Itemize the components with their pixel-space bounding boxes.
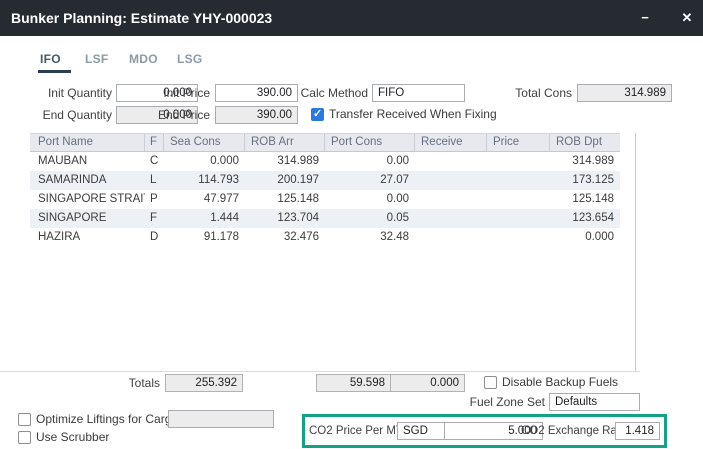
- tab-lsg[interactable]: LSG: [177, 52, 203, 66]
- cell-port-cons: 0.00: [325, 190, 415, 209]
- co2-currency-input[interactable]: SGD: [397, 422, 445, 440]
- cell-rob-dpt: 173.125: [550, 171, 620, 190]
- cell-port-cons: 27.07: [325, 171, 415, 190]
- titlebar: Bunker Planning: Estimate YHY-000023 − ✕: [0, 0, 703, 36]
- cell-rob-arr: 125.148: [245, 190, 325, 209]
- use-scrubber-checkbox[interactable]: [18, 431, 31, 444]
- end-price-label: End Price: [140, 106, 210, 124]
- use-scrubber-label: Use Scrubber: [36, 430, 109, 445]
- cell-rob-arr: 123.704: [245, 209, 325, 228]
- cell-sea-cons: 1.444: [164, 209, 245, 228]
- init-quantity-label: Init Quantity: [16, 84, 112, 102]
- column-header-price[interactable]: Price: [487, 134, 550, 151]
- cell-price: [487, 209, 550, 228]
- cell-f: C: [145, 152, 164, 171]
- totals-port-cons: 59.598: [316, 374, 391, 392]
- total-cons-label: Total Cons: [500, 84, 572, 102]
- table-row[interactable]: MAUBAN C 0.000 314.989 0.00 314.989: [30, 152, 620, 171]
- transfer-received-checkbox[interactable]: [311, 108, 324, 121]
- cell-f: P: [145, 190, 164, 209]
- column-header-sea-cons[interactable]: Sea Cons: [164, 134, 245, 151]
- active-tab-underline: [38, 70, 71, 73]
- co2-highlight-box: CO2 Price Per MT SGD 5.000 CO2 Exchange …: [302, 414, 667, 448]
- end-price-input[interactable]: 390.00: [215, 106, 298, 124]
- total-cons-input[interactable]: 314.989: [577, 84, 672, 102]
- cell-rob-arr: 32.476: [245, 228, 325, 247]
- bunker-planning-dialog: Bunker Planning: Estimate YHY-000023 − ✕…: [0, 0, 703, 449]
- cell-rob-dpt: 123.654: [550, 209, 620, 228]
- cell-port-name: SINGAPORE STRAIT: [30, 190, 145, 209]
- column-header-rob-arr[interactable]: ROB Arr: [245, 134, 325, 151]
- cell-price: [487, 171, 550, 190]
- cell-sea-cons: 47.977: [164, 190, 245, 209]
- cell-receive: [415, 190, 487, 209]
- close-icon[interactable]: ✕: [676, 0, 698, 36]
- cell-port-cons: 0.00: [325, 152, 415, 171]
- optimize-liftings-checkbox[interactable]: [18, 413, 31, 426]
- cell-rob-dpt: 314.989: [550, 152, 620, 171]
- end-quantity-label: End Quantity: [16, 106, 112, 124]
- cell-price: [487, 190, 550, 209]
- optimize-liftings-label: Optimize Liftings for Cargo:: [36, 412, 181, 427]
- table-row[interactable]: SAMARINDA L 114.793 200.197 27.07 173.12…: [30, 171, 620, 190]
- cell-port-cons: 0.05: [325, 209, 415, 228]
- minimize-icon[interactable]: −: [634, 0, 656, 36]
- init-price-label: Init Price: [140, 84, 210, 102]
- cell-sea-cons: 91.178: [164, 228, 245, 247]
- cell-f: D: [145, 228, 164, 247]
- dialog-title: Bunker Planning: Estimate YHY-000023: [11, 0, 272, 36]
- tab-ifo[interactable]: IFO: [40, 52, 61, 66]
- cell-sea-cons: 114.793: [164, 171, 245, 190]
- co2-price-label: CO2 Price Per MT: [309, 422, 393, 440]
- calc-method-label: Calc Method: [288, 84, 368, 102]
- totals-receive: 0.000: [390, 374, 465, 392]
- optimize-liftings-input[interactable]: [168, 410, 274, 428]
- cell-rob-arr: 314.989: [245, 152, 325, 171]
- totals-sea-cons: 255.392: [165, 374, 243, 392]
- column-header-f[interactable]: F: [145, 134, 164, 151]
- cell-receive: [415, 209, 487, 228]
- cell-receive: [415, 228, 487, 247]
- table-header: Port Name F Sea Cons ROB Arr Port Cons R…: [30, 133, 620, 152]
- cell-sea-cons: 0.000: [164, 152, 245, 171]
- fuel-zone-set-label: Fuel Zone Set: [468, 393, 545, 411]
- column-header-port-name[interactable]: Port Name: [30, 134, 145, 151]
- disable-backup-fuels-label: Disable Backup Fuels: [502, 375, 618, 390]
- cell-port-cons: 32.48: [325, 228, 415, 247]
- transfer-received-label: Transfer Received When Fixing: [329, 107, 497, 122]
- cell-f: F: [145, 209, 164, 228]
- cell-receive: [415, 171, 487, 190]
- cell-port-name: MAUBAN: [30, 152, 145, 171]
- fuel-zone-set-input[interactable]: Defaults: [549, 393, 640, 411]
- cell-port-name: SINGAPORE: [30, 209, 145, 228]
- cell-port-name: HAZIRA: [30, 228, 145, 247]
- table-row[interactable]: SINGAPORE F 1.444 123.704 0.05 123.654: [30, 209, 620, 228]
- cell-price: [487, 152, 550, 171]
- tab-lsf[interactable]: LSF: [85, 52, 109, 66]
- section-divider: [0, 371, 640, 372]
- table-row[interactable]: SINGAPORE STRAIT P 47.977 125.148 0.00 1…: [30, 190, 620, 209]
- tab-mdo[interactable]: MDO: [129, 52, 158, 66]
- table-row[interactable]: HAZIRA D 91.178 32.476 32.48 0.000: [30, 228, 620, 247]
- grid-right-border: [635, 133, 636, 372]
- cell-price: [487, 228, 550, 247]
- cell-rob-dpt: 0.000: [550, 228, 620, 247]
- column-header-receive[interactable]: Receive: [415, 134, 487, 151]
- totals-label: Totals: [100, 374, 160, 392]
- co2-exchange-rate-input[interactable]: 1.418: [615, 422, 660, 440]
- cell-rob-arr: 200.197: [245, 171, 325, 190]
- co2-exchange-rate-label: CO2 Exchange Rate: [521, 422, 611, 440]
- init-price-input[interactable]: 390.00: [215, 84, 298, 102]
- cell-rob-dpt: 125.148: [550, 190, 620, 209]
- cell-f: L: [145, 171, 164, 190]
- cell-receive: [415, 152, 487, 171]
- column-header-rob-dpt[interactable]: ROB Dpt: [550, 134, 620, 151]
- calc-method-input[interactable]: FIFO: [372, 84, 465, 102]
- column-header-port-cons[interactable]: Port Cons: [325, 134, 415, 151]
- disable-backup-fuels-checkbox[interactable]: [484, 376, 497, 389]
- cell-port-name: SAMARINDA: [30, 171, 145, 190]
